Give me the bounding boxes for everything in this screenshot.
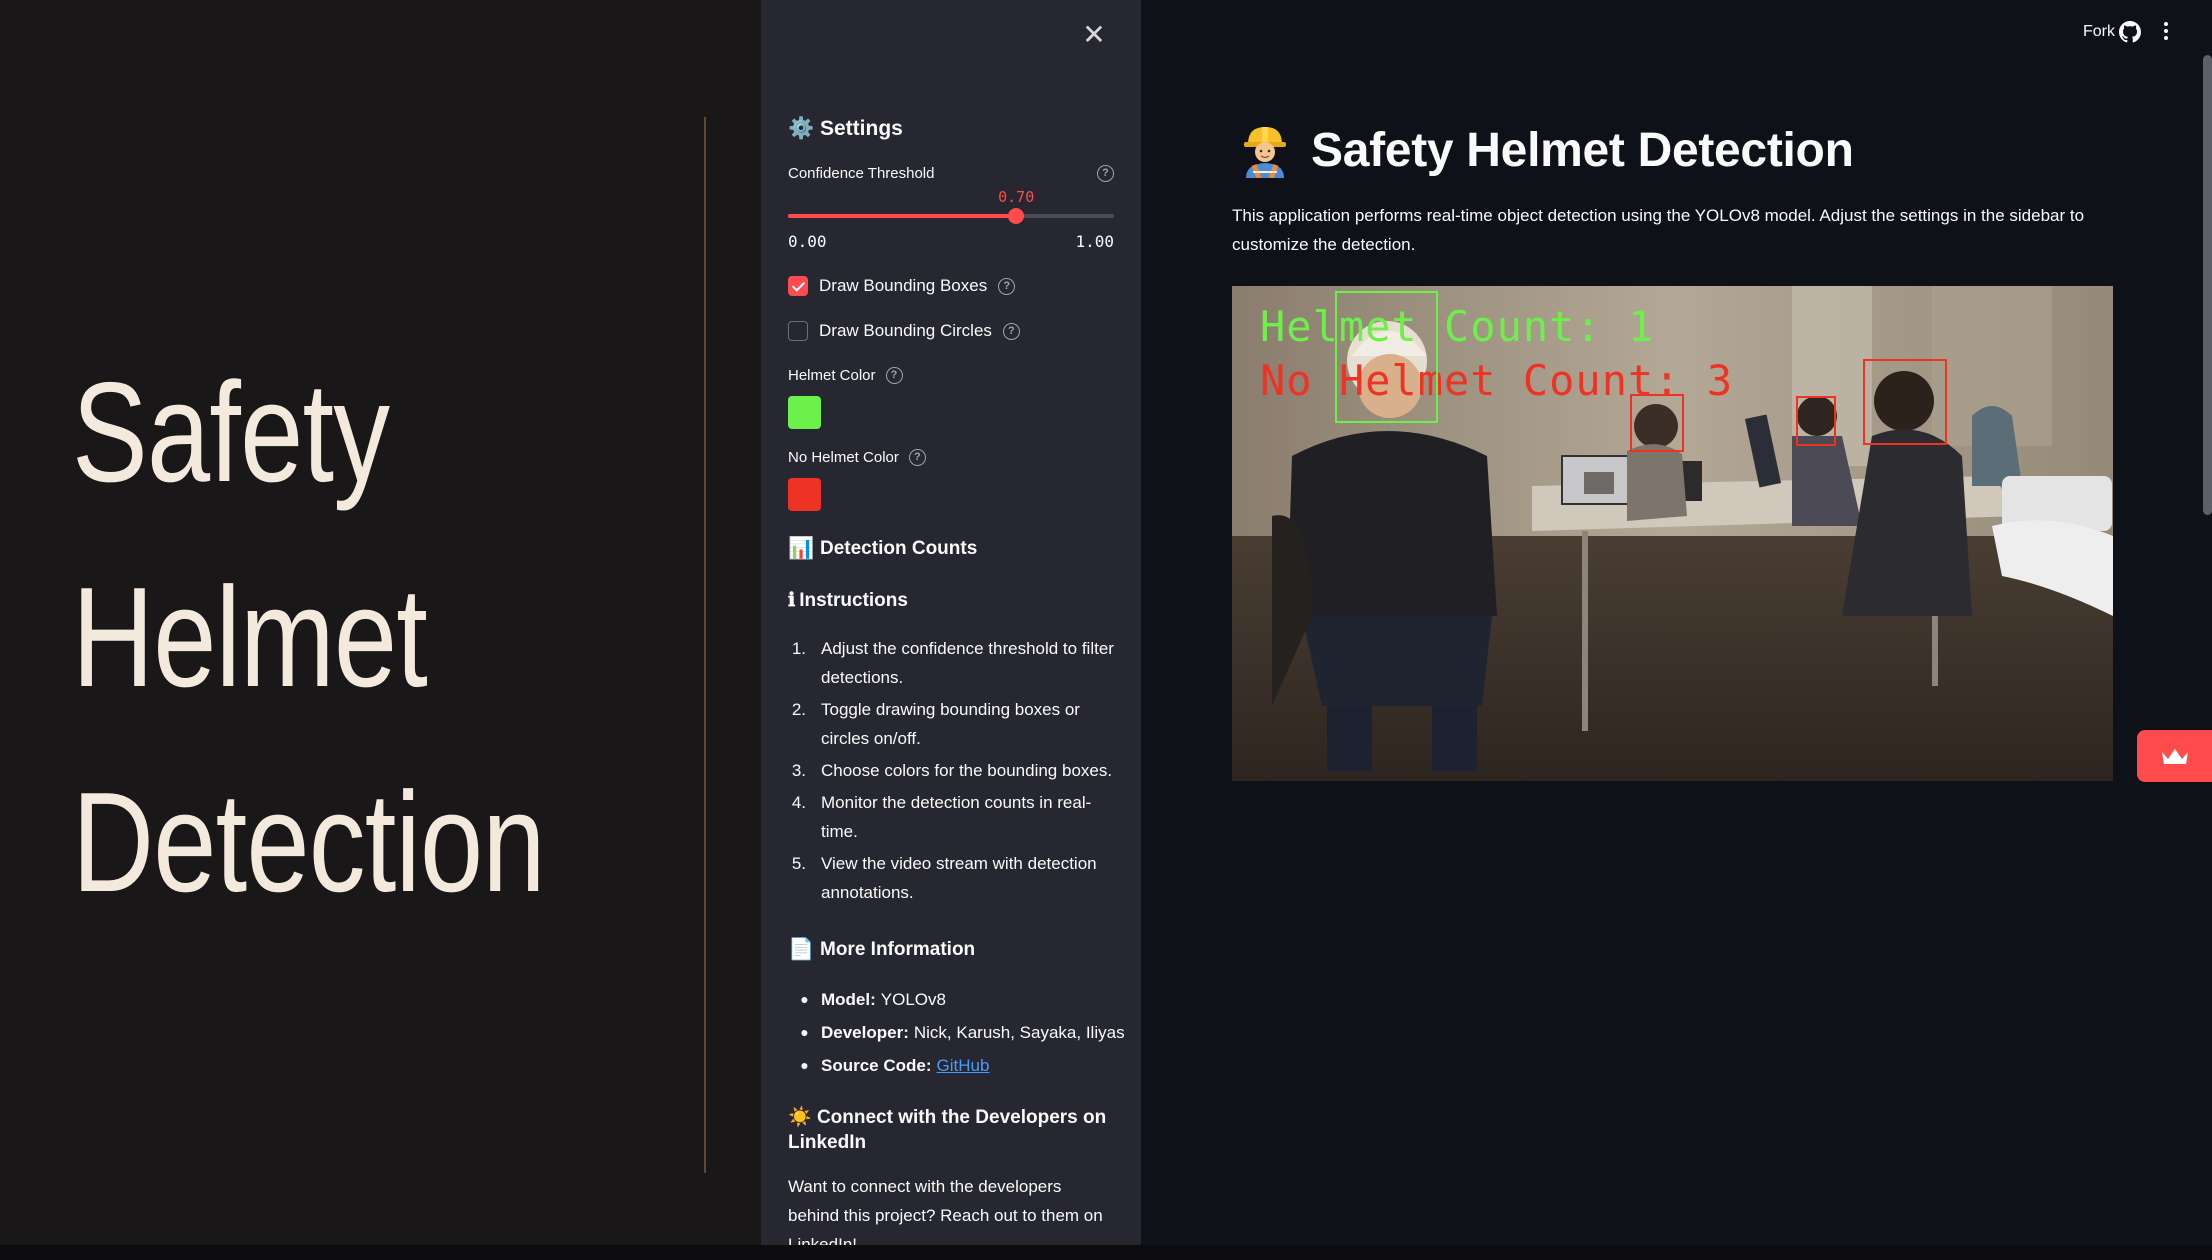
sun-icon: ☀️ [788,1107,812,1128]
page-description: This application performs real-time obje… [1232,206,2085,254]
slider-value: 0.70 [998,188,1035,206]
page-title-row: Safety Helmet Detection [1240,122,1854,178]
connect-title: Connect with the Developers on LinkedIn [788,1107,1107,1153]
slide-title-line-1: Safety [72,353,390,512]
bottom-strip [0,1245,2212,1260]
info-list: ● Model: YOLOv8 ● Developer: Nick, Karush, S… [788,983,1128,1082]
slide-title-line-2: Helmet [72,558,428,717]
list-item: 5. View the video stream with detection a… [791,854,1097,902]
page-title: Safety Helmet Detection [1311,123,1854,177]
confidence-label: Confidence Threshold [788,165,935,182]
list-item: 3. Choose colors for the bounding boxes. [791,761,1113,780]
title-slide: Safety Helmet Detection [0,0,761,1245]
more-info-header: 📄 More Information [788,938,975,962]
slider-thumb[interactable] [1008,208,1025,224]
helmet-color-label: Helmet Color [788,367,876,384]
github-icon[interactable] [2119,21,2141,43]
instructions-title: Instructions [799,589,908,611]
document-icon: 📄 [788,938,815,961]
list-item: 4. Monitor the detection counts in real-t… [791,793,1092,841]
slider-min: 0.00 [788,232,827,251]
connect-block: ☀️ Connect with the Developers on Linked… [788,1105,1114,1155]
help-icon[interactable]: ? [1002,322,1020,340]
slide-title: Safety Helmet Detection [72,330,712,945]
sidebar: ✕ ⚙️ Settings Confidence Threshold ? 0.7… [761,0,1141,1245]
helmet-color-label-row: Helmet Color ? [788,367,903,384]
draw-circles-checkbox-row[interactable]: Draw Bounding Circles ? [788,321,1020,341]
detection-counts-title: Detection Counts [820,538,978,559]
info-icon: ℹ [788,590,796,611]
vertical-divider [704,117,706,1173]
main-content: Fork Safety Helmet Detection This applic… [1141,0,2212,1245]
confidence-label-row: Confidence Threshold ? [788,165,1114,182]
helmet-count-overlay: Helmet Count: 1 [1260,302,1655,351]
draw-boxes-checkbox[interactable] [788,276,808,296]
help-icon[interactable]: ? [1097,165,1114,182]
no-helmet-color-label: No Helmet Color [788,449,899,466]
bar-chart-icon: 📊 [788,537,815,560]
no-helmet-color-label-row: No Helmet Color ? [788,449,926,466]
draw-circles-checkbox[interactable] [788,321,808,341]
instructions-header: ℹ Instructions [788,589,908,612]
confidence-slider[interactable] [788,208,1114,224]
close-icon[interactable]: ✕ [1079,20,1109,50]
more-info-title: More Information [820,939,976,960]
slider-fill [788,214,1017,218]
instructions-list: 1. Adjust the confidence threshold to fil… [788,634,1114,910]
help-icon[interactable]: ? [908,449,926,466]
kebab-menu-icon[interactable] [2161,20,2171,44]
help-icon[interactable]: ? [998,277,1016,295]
draw-circles-label[interactable]: Draw Bounding Circles [819,321,992,341]
settings-title: Settings [820,117,903,140]
fork-button[interactable]: Fork [2083,23,2115,41]
list-item: 1. Adjust the confidence threshold to fil… [791,639,1114,687]
draw-boxes-label[interactable]: Draw Bounding Boxes [819,276,987,296]
list-item: 2. Toggle drawing bounding boxes or circl… [791,700,1080,748]
connect-header: ☀️ Connect with the Developers on Linked… [788,1105,1114,1155]
crown-icon [2161,749,2188,764]
helmet-bounding-box [1335,291,1438,423]
scrollbar[interactable] [2203,55,2212,515]
draw-boxes-checkbox-row[interactable]: Draw Bounding Boxes ? [788,276,1016,296]
no-helmet-color-picker[interactable] [788,478,821,511]
no-helmet-bounding-box [1863,359,1947,445]
streamlit-crown-button[interactable] [2137,730,2212,782]
slider-max: 1.00 [1075,232,1114,251]
construction-worker-icon [1244,127,1286,178]
slide-title-line-3: Detection [72,763,546,922]
connect-text: Want to connect with the developers behi… [788,1177,1103,1245]
toolbar: Fork [1912,0,2212,60]
gear-icon: ⚙️ [788,117,815,140]
no-helmet-bounding-box [1796,396,1836,446]
no-helmet-bounding-box [1630,394,1684,452]
list-item: ● Developer: Nick, Karush, Sayaka, Iliyas [800,1023,1125,1042]
settings-header: ⚙️ Settings [788,117,903,141]
list-item: ● Model: YOLOv8 [800,990,946,1009]
help-icon[interactable]: ? [885,367,903,384]
video-stream: Helmet Count: 1 No Helmet Count: 3 [1232,286,2113,781]
detection-counts-header: 📊 Detection Counts [788,537,977,561]
github-link[interactable]: GitHub [937,1049,990,1082]
list-item: ● Source Code: GitHub [788,1049,1128,1082]
helmet-color-picker[interactable] [788,396,821,429]
